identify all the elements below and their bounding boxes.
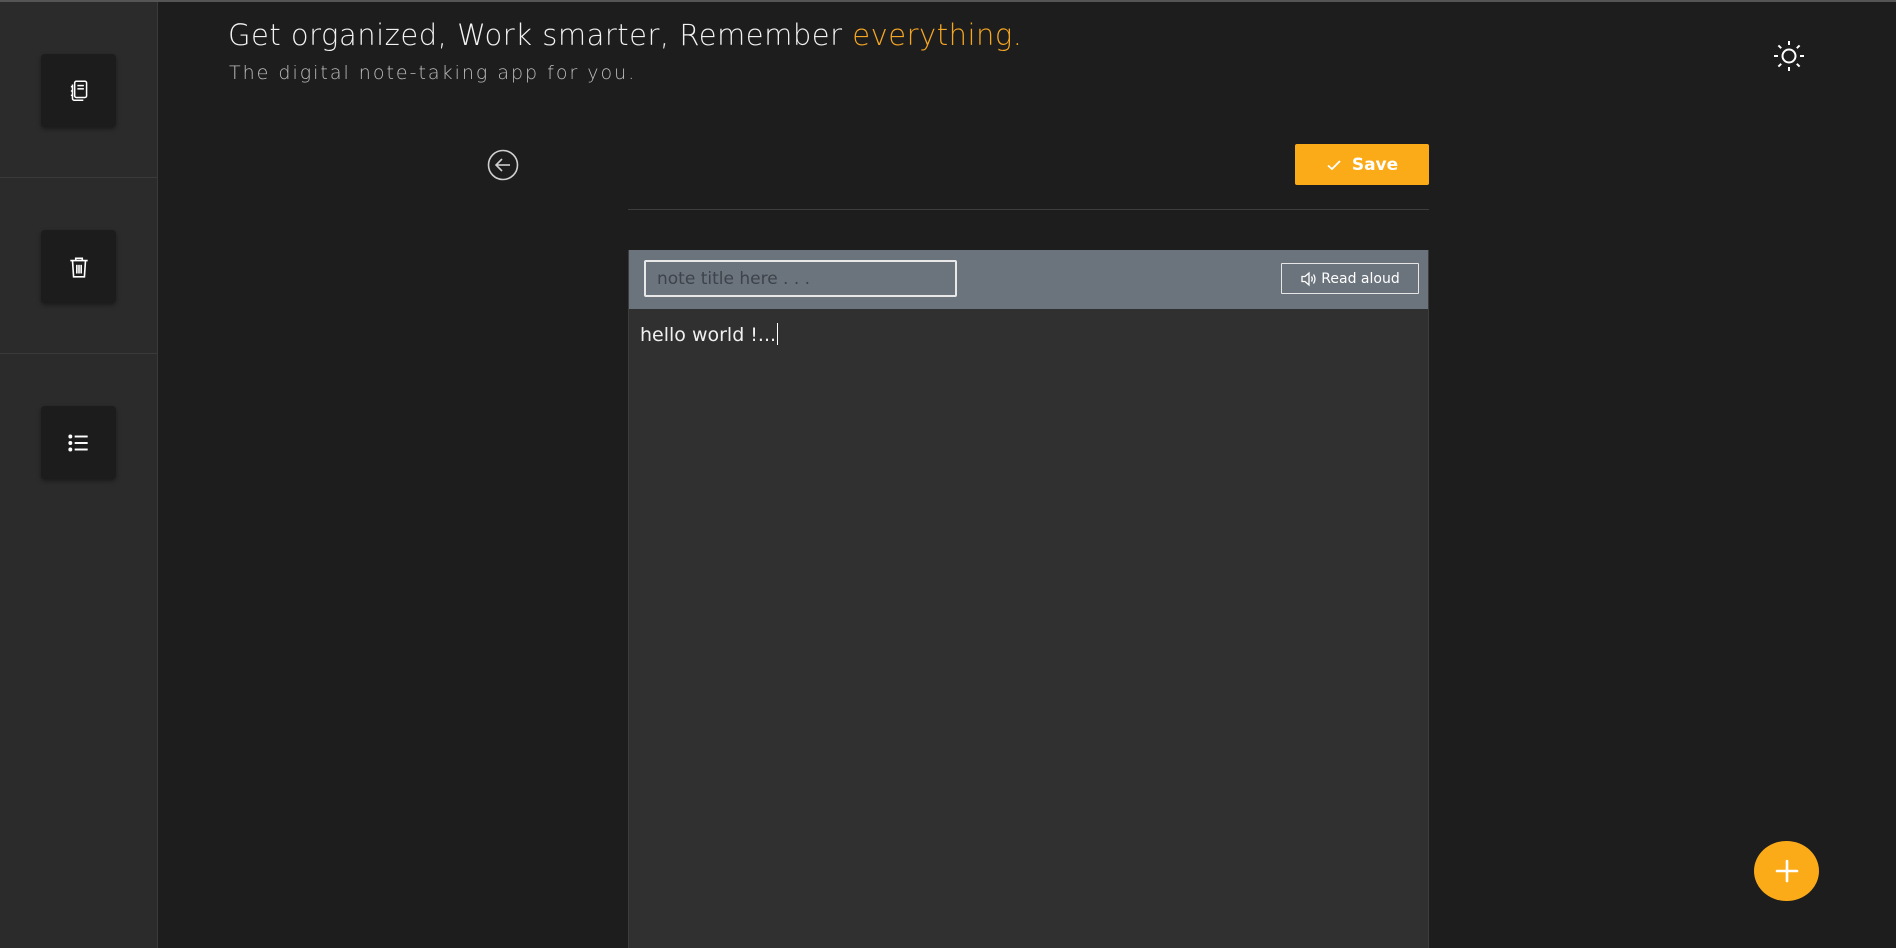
note-editor: Read aloud hello world !... xyxy=(628,250,1429,948)
page-title: Get organized, Work smarter, Remember ev… xyxy=(228,18,1023,52)
sidebar-item-trash[interactable] xyxy=(41,230,116,303)
page-subtitle: The digital note-taking app for you. xyxy=(229,62,637,84)
add-note-button[interactable] xyxy=(1754,841,1819,901)
note-body-text: hello world !... xyxy=(640,324,777,346)
sun-icon xyxy=(1774,41,1804,71)
note-toolbar: Read aloud xyxy=(629,250,1428,309)
arrow-left-circle-icon xyxy=(487,149,519,181)
back-button[interactable] xyxy=(487,149,519,181)
save-button[interactable]: Save xyxy=(1295,144,1429,185)
sidebar-item-list[interactable] xyxy=(41,406,116,479)
check-icon xyxy=(1327,159,1341,170)
page-title-accent: everything. xyxy=(852,18,1023,52)
note-body-editor[interactable]: hello world !... xyxy=(629,309,1428,360)
sidebar-section-notes xyxy=(0,2,157,178)
sidebar-item-notes[interactable] xyxy=(41,54,116,127)
theme-toggle-button[interactable] xyxy=(1772,39,1806,73)
text-caret xyxy=(777,323,779,345)
page-title-main: Get organized, Work smarter, Remember xyxy=(228,18,853,52)
trash-icon xyxy=(69,257,88,278)
note-title-input[interactable] xyxy=(644,260,957,297)
save-button-label: Save xyxy=(1351,154,1399,175)
read-aloud-button[interactable]: Read aloud xyxy=(1281,263,1419,294)
divider xyxy=(628,209,1429,210)
notebooks-icon xyxy=(70,79,87,101)
sidebar xyxy=(0,2,158,948)
plus-icon xyxy=(1775,859,1798,883)
speaker-icon xyxy=(1301,271,1316,286)
read-aloud-label: Read aloud xyxy=(1321,270,1400,287)
list-icon xyxy=(67,434,88,451)
sidebar-section-trash xyxy=(0,178,157,354)
